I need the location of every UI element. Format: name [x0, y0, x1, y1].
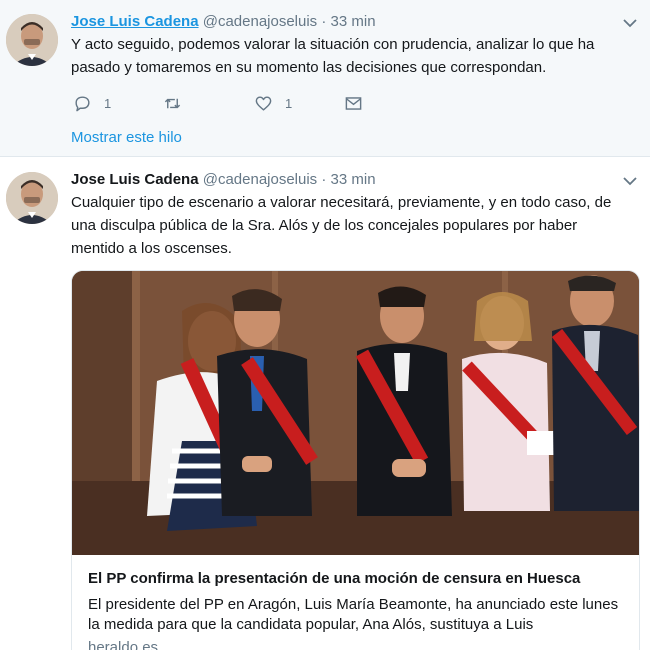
- tweet[interactable]: Jose Luis Cadena @cadenajoseluis · 33 mi…: [0, 0, 650, 157]
- timestamp[interactable]: 33 min: [331, 13, 376, 30]
- like-count: 1: [285, 95, 293, 111]
- tweet-header: Jose Luis Cadena @cadenajoseluis · 33 mi…: [71, 170, 376, 190]
- avatar[interactable]: [6, 14, 58, 66]
- like-button[interactable]: 1: [254, 93, 292, 113]
- card-body: El PP confirma la presentación de una mo…: [72, 555, 639, 650]
- card-domain: heraldo.es: [88, 639, 159, 650]
- avatar[interactable]: [6, 172, 58, 224]
- tweet-header: Jose Luis Cadena @cadenajoseluis · 33 mi…: [71, 12, 376, 32]
- timestamp[interactable]: 33 min: [331, 171, 376, 188]
- reply-count: 1: [104, 95, 112, 111]
- direct-message-icon: [345, 96, 362, 110]
- avatar-image: [6, 14, 58, 66]
- reply-button[interactable]: 1: [73, 93, 111, 113]
- separator-dot: ·: [321, 171, 327, 188]
- retweet-button[interactable]: [163, 93, 182, 113]
- tweet-text: Y acto seguido, podemos valorar la situa…: [71, 36, 595, 76]
- separator-dot: ·: [321, 13, 327, 30]
- author-name[interactable]: Jose Luis Cadena: [71, 13, 199, 30]
- card-description: El presidente del PP en Aragón, Luis Mar…: [88, 596, 619, 633]
- chevron-down-icon[interactable]: [622, 15, 638, 31]
- author-name[interactable]: Jose Luis Cadena: [71, 171, 199, 188]
- link-card[interactable]: El PP confirma la presentación de una mo…: [71, 270, 640, 650]
- retweet-icon: [164, 98, 181, 108]
- avatar-image: [6, 172, 58, 224]
- tweet-text: Cualquier tipo de escenario a valorar ne…: [71, 194, 612, 257]
- card-photo: [72, 271, 639, 555]
- reply-icon: [75, 95, 90, 111]
- direct-message-button[interactable]: [344, 93, 363, 113]
- card-title: El PP confirma la presentación de una mo…: [88, 570, 581, 587]
- chevron-down-icon[interactable]: [622, 173, 638, 189]
- author-handle[interactable]: @cadenajoseluis: [203, 171, 317, 188]
- like-icon: [255, 95, 272, 111]
- tweet[interactable]: Jose Luis Cadena @cadenajoseluis · 33 mi…: [0, 158, 650, 650]
- tweet-actions: 1 1: [71, 93, 391, 115]
- author-handle[interactable]: @cadenajoseluis: [203, 13, 317, 30]
- show-thread-link[interactable]: Mostrar este hilo: [71, 129, 182, 146]
